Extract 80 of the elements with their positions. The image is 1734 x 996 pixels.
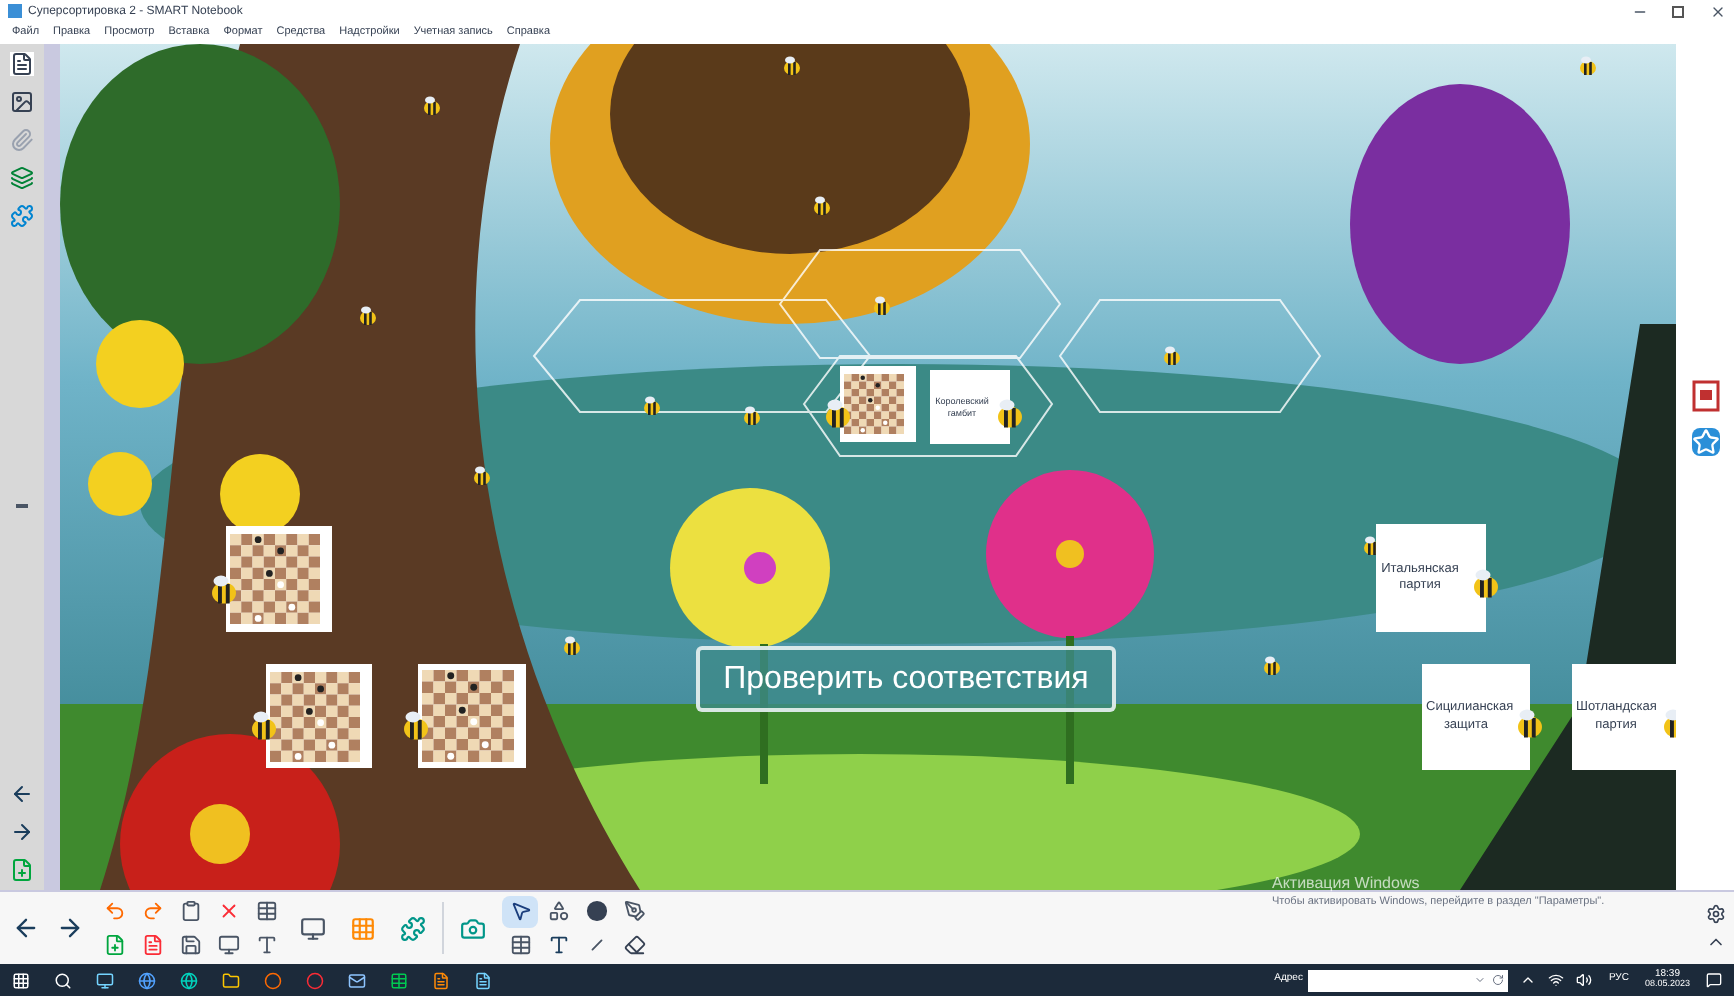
chess-card[interactable] xyxy=(418,664,526,768)
grid-icon[interactable] xyxy=(509,934,531,956)
font-icon[interactable] xyxy=(255,934,277,956)
save-icon[interactable] xyxy=(179,934,201,956)
bee-icon xyxy=(870,294,894,318)
capture-icon[interactable] xyxy=(460,915,486,941)
star-icon[interactable] xyxy=(1691,428,1719,456)
bee-icon xyxy=(1468,566,1504,602)
bee-icon xyxy=(640,394,664,418)
chess-card[interactable] xyxy=(226,526,332,632)
pen-icon[interactable] xyxy=(623,900,645,922)
undo-icon[interactable] xyxy=(103,900,125,922)
previous-page-icon[interactable] xyxy=(10,782,34,806)
display-icon[interactable] xyxy=(300,915,326,941)
bee-icon xyxy=(398,708,434,744)
taskbar-app-icon[interactable] xyxy=(96,971,114,989)
address-field[interactable] xyxy=(1308,969,1509,991)
page-sorter-icon[interactable] xyxy=(10,52,34,76)
chessboard-icon xyxy=(422,670,514,762)
table-icon[interactable] xyxy=(255,900,277,922)
restore-icon[interactable] xyxy=(1672,4,1686,18)
back-icon[interactable] xyxy=(12,914,40,942)
bee-icon xyxy=(560,634,584,658)
flower-center xyxy=(190,804,250,864)
delete-icon[interactable] xyxy=(217,900,239,922)
bee-icon xyxy=(470,464,494,488)
settings-icon[interactable] xyxy=(1706,904,1726,924)
folder-icon[interactable] xyxy=(222,971,240,989)
properties-icon[interactable] xyxy=(10,166,34,190)
document-icon[interactable] xyxy=(1691,380,1719,412)
presentation-icon[interactable] xyxy=(432,971,450,989)
next-page-icon[interactable] xyxy=(10,820,34,844)
check-answers-button[interactable]: Проверить соответствия xyxy=(696,646,1116,712)
bee-icon xyxy=(356,304,380,328)
gallery-icon[interactable] xyxy=(10,90,34,114)
bee-icon xyxy=(780,54,804,78)
shapes-icon[interactable] xyxy=(547,900,569,922)
search-icon[interactable] xyxy=(54,971,72,989)
start-icon[interactable] xyxy=(12,971,30,989)
bee-icon xyxy=(1160,344,1184,368)
forward-icon[interactable] xyxy=(56,914,84,942)
screen-icon[interactable] xyxy=(217,934,239,956)
eraser-icon[interactable] xyxy=(623,934,645,956)
chess-card[interactable] xyxy=(266,664,372,768)
open-file-icon[interactable] xyxy=(141,934,163,956)
text-tool-icon[interactable] xyxy=(547,934,569,956)
bee-icon xyxy=(810,194,834,218)
bee-icon xyxy=(246,708,282,744)
bee-icon xyxy=(420,94,444,118)
redo-icon[interactable] xyxy=(141,900,163,922)
spreadsheet-icon[interactable] xyxy=(390,971,408,989)
chessboard-icon xyxy=(230,534,320,624)
refresh-icon[interactable] xyxy=(1492,974,1505,986)
addon-icon[interactable] xyxy=(400,915,426,941)
new-page-icon[interactable] xyxy=(103,934,125,956)
addons-icon[interactable] xyxy=(10,204,34,228)
app-icon xyxy=(8,4,22,18)
select-icon[interactable] xyxy=(509,900,531,922)
mail-icon[interactable] xyxy=(348,971,366,989)
bee-icon xyxy=(740,404,764,428)
activation-title: Активация Windows xyxy=(1272,876,1422,892)
paste-icon[interactable] xyxy=(179,900,201,922)
bee-icon xyxy=(206,571,242,607)
tray-expand-icon[interactable] xyxy=(1520,972,1537,988)
bee-icon xyxy=(1576,54,1600,78)
dropdown-icon xyxy=(1474,974,1487,986)
close-icon[interactable] xyxy=(1710,3,1726,19)
chessboard-icon xyxy=(844,374,904,434)
resize-handle-icon[interactable] xyxy=(16,503,28,507)
volume-icon[interactable] xyxy=(1576,972,1593,988)
notifications-icon[interactable] xyxy=(1706,972,1722,988)
chessboard-icon xyxy=(270,671,360,761)
network-icon[interactable] xyxy=(1548,972,1565,988)
bee-icon xyxy=(992,395,1028,431)
fill-icon[interactable] xyxy=(585,900,607,922)
chess-card[interactable] xyxy=(840,366,916,442)
notebook-icon[interactable] xyxy=(474,971,492,989)
bee-icon xyxy=(1512,705,1548,741)
bee-icon xyxy=(820,396,856,432)
bee-icon xyxy=(1260,654,1284,678)
